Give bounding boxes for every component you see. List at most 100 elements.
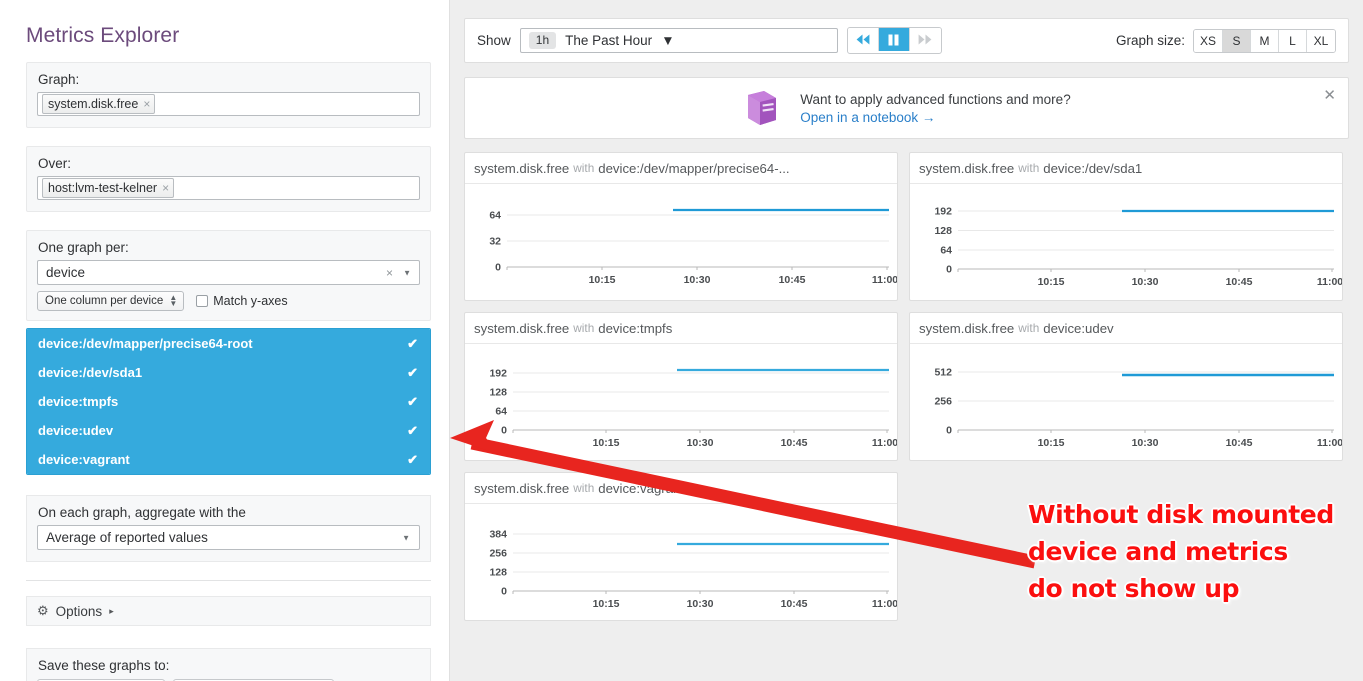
size-option-xs[interactable]: XS [1193, 29, 1223, 52]
annotation-line-1: Without disk mounted [1028, 500, 1334, 529]
svg-text:10:45: 10:45 [781, 437, 808, 449]
svg-text:10:30: 10:30 [687, 598, 714, 610]
svg-text:256: 256 [934, 396, 952, 408]
check-icon: ✔ [407, 335, 418, 351]
graph-title: system.disk.free with device:/dev/sda1 [910, 153, 1342, 184]
chart-svg: 64 32 0 10:15 10:30 10:45 11:00 [489, 208, 897, 286]
svg-text:0: 0 [946, 425, 952, 437]
svg-text:11:00: 11:00 [872, 274, 897, 286]
y-axis-ticks: 192 128 64 0 [934, 206, 952, 276]
chevron-down-icon[interactable]: ▼ [661, 33, 674, 48]
graph-plot[interactable]: 512 256 0 10:15 10:30 10:45 11:00 [910, 344, 1342, 460]
svg-text:10:15: 10:15 [1038, 276, 1065, 288]
y-axis-ticks: 384 256 128 0 [489, 529, 507, 598]
pause-button[interactable] [878, 28, 910, 51]
y-axis-ticks: 64 32 0 [489, 210, 501, 274]
check-icon: ✔ [407, 393, 418, 409]
graph-plot[interactable]: 64 32 0 10:15 10:30 10:45 11:00 [465, 184, 897, 300]
column-mode-select[interactable]: One column per device ▲ ▼ [37, 291, 185, 311]
notebook-banner-text-group: Want to apply advanced functions and mor… [800, 92, 1070, 125]
options-toggle[interactable]: ⚙ Options ▸ [26, 596, 431, 626]
graph-size-group: Graph size: XS S M L XL [1116, 28, 1336, 53]
chevron-down-icon[interactable]: ▼ [402, 533, 410, 542]
size-option-xl[interactable]: XL [1307, 29, 1335, 52]
fast-forward-button[interactable] [909, 28, 941, 51]
device-label: device:/dev/mapper/precise64-root [38, 336, 253, 351]
svg-text:11:00: 11:00 [1317, 276, 1342, 288]
chart-svg: 384 256 128 0 10:15 10:30 10:45 11:00 [489, 529, 897, 611]
over-scope-input[interactable]: host:lvm-test-kelner × [37, 176, 420, 200]
graph-plot[interactable]: 192 128 64 0 10:15 10:30 10:45 11:00 [910, 184, 1342, 300]
list-item[interactable]: device:/dev/sda1 ✔ [27, 358, 430, 387]
graph-metric-input[interactable]: system.disk.free × [37, 92, 420, 116]
over-label: Over: [38, 156, 72, 171]
graph-label: Graph: [38, 72, 80, 87]
notebook-banner-text: Want to apply advanced functions and mor… [800, 91, 1071, 107]
over-scope-tag[interactable]: host:lvm-test-kelner × [42, 178, 175, 198]
svg-text:192: 192 [934, 206, 952, 218]
y-axis-ticks: 512 256 0 [934, 367, 952, 437]
size-option-m[interactable]: M [1251, 29, 1279, 52]
list-item[interactable]: device:tmpfs ✔ [27, 387, 430, 416]
device-label: device:/dev/sda1 [38, 365, 143, 380]
graph-card[interactable]: system.disk.free with device:/dev/mapper… [464, 152, 898, 301]
close-icon[interactable]: ✕ [1323, 88, 1336, 103]
match-y-axes-label: Match y-axes [213, 294, 288, 308]
chevron-down-icon[interactable]: ▼ [403, 268, 411, 277]
match-y-axes-checkbox[interactable]: Match y-axes [196, 294, 288, 308]
graph-plot[interactable]: 192 128 64 0 10:15 10:30 10:45 11:00 [465, 344, 897, 460]
over-scope-block: Over: host:lvm-test-kelner × [26, 146, 431, 212]
chart-svg: 192 128 64 0 10:15 10:30 10:45 11:00 [934, 206, 1342, 289]
one-graph-per-select[interactable]: device × ▼ [37, 260, 420, 285]
graph-metric-block: Graph: system.disk.free × [26, 62, 431, 128]
graph-metric-tag[interactable]: system.disk.free × [42, 94, 156, 114]
x-axis-ticks: 10:15 10:30 10:45 11:00 [512, 591, 897, 610]
graph-metric-name: system.disk.free [474, 480, 570, 496]
device-label: device:vagrant [38, 452, 130, 467]
list-item[interactable]: device:/dev/mapper/precise64-root ✔ [27, 329, 430, 358]
check-icon: ✔ [407, 451, 418, 467]
aggregate-select[interactable]: Average of reported values ▼ [37, 525, 420, 550]
divider [26, 580, 431, 581]
device-label: device:udev [38, 423, 114, 438]
notebook-icon [748, 91, 777, 125]
match-y-axes-box[interactable] [196, 295, 209, 307]
graph-card[interactable]: system.disk.free with device:tmpfs 192 1… [464, 312, 898, 461]
stepper-icon: ▲ ▼ [169, 293, 178, 308]
graph-plot[interactable]: 384 256 128 0 10:15 10:30 10:45 11:00 [465, 504, 897, 620]
one-graph-per-block: One graph per: device × ▼ One column per… [26, 230, 431, 321]
main-panel: Show 1h The Past Hour ▼ Graph size: XS S… [450, 0, 1363, 681]
graph-card[interactable]: system.disk.free with device:udev 512 25… [909, 312, 1343, 461]
gridlines [958, 371, 1334, 431]
remove-metric-icon[interactable]: × [143, 95, 150, 113]
graph-card[interactable]: system.disk.free with device:/dev/sda1 1… [909, 152, 1343, 301]
size-option-s[interactable]: S [1223, 29, 1251, 52]
graph-size-segmented: XS S M L XL [1192, 28, 1336, 53]
x-axis-ticks: 10:15 10:30 10:45 11:00 [957, 430, 1342, 449]
svg-text:64: 64 [940, 245, 952, 257]
check-icon: ✔ [407, 422, 418, 438]
list-item[interactable]: device:udev ✔ [27, 416, 430, 445]
svg-text:0: 0 [501, 586, 507, 598]
svg-text:10:45: 10:45 [779, 274, 806, 286]
svg-text:11:00: 11:00 [1317, 437, 1342, 449]
over-scope-tag-label: host:lvm-test-kelner [48, 181, 158, 195]
device-list[interactable]: device:/dev/mapper/precise64-root ✔ devi… [26, 328, 431, 475]
graph-dimension: device:/dev/sda1 [1043, 160, 1143, 176]
graph-title-with: with [1018, 161, 1040, 175]
graph-card[interactable]: system.disk.free with device:vagrant 384… [464, 472, 898, 621]
remove-scope-icon[interactable]: × [162, 179, 169, 197]
list-item[interactable]: device:vagrant ✔ [27, 445, 430, 474]
one-graph-per-value: device [46, 265, 86, 280]
svg-text:192: 192 [489, 368, 507, 380]
graph-title: system.disk.free with device:tmpfs [465, 313, 897, 344]
svg-text:384: 384 [489, 529, 507, 541]
size-option-l[interactable]: L [1279, 29, 1307, 52]
open-in-notebook-link[interactable]: Open in a notebook → [800, 110, 1070, 125]
page-title: Metrics Explorer [26, 24, 180, 47]
gridlines [507, 214, 889, 268]
rewind-button[interactable] [847, 28, 879, 51]
clear-group-icon[interactable]: × [386, 266, 393, 280]
x-axis-ticks: 10:15 10:30 10:45 11:00 [506, 267, 897, 286]
time-range-select[interactable]: 1h The Past Hour ▼ [519, 28, 838, 53]
